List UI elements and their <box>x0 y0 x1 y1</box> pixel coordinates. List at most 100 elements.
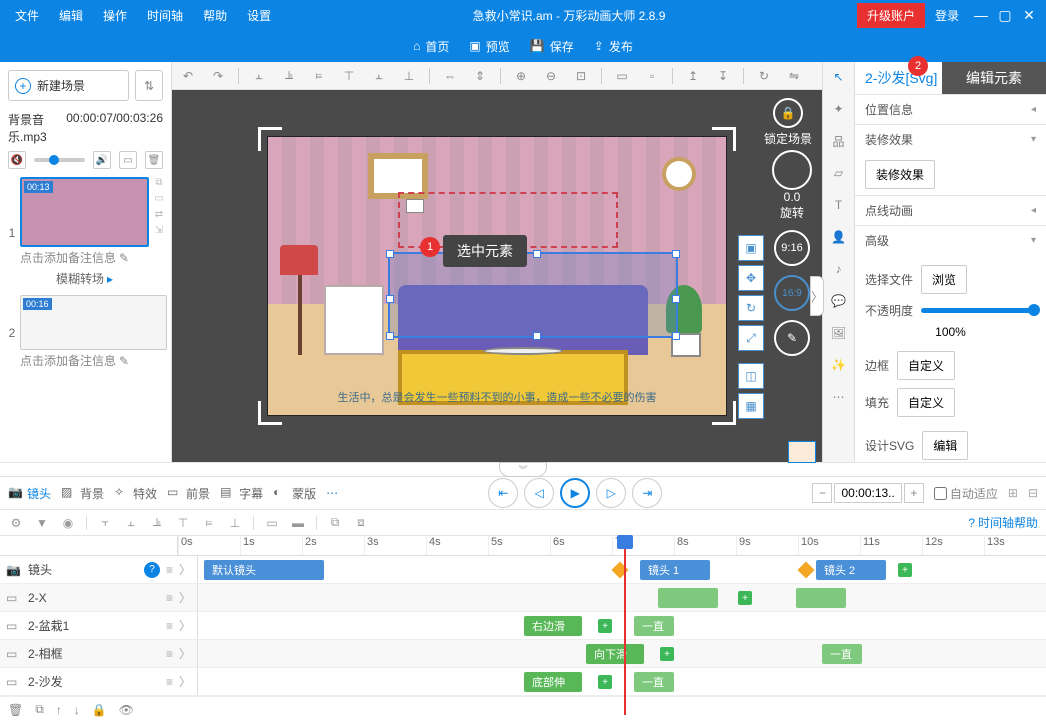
auto-fit-checkbox[interactable]: 自动适应 <box>934 485 998 502</box>
clip-default-camera[interactable]: 默认镜头 <box>204 560 324 580</box>
group-button[interactable]: ▭ <box>612 66 632 86</box>
seq-icon[interactable]: ▭ <box>264 515 280 531</box>
scene-item-2[interactable]: 2 00:16 点击添加备注信息✎ <box>4 295 167 371</box>
timeline-row-camera[interactable]: 📷镜头?≡〉 默认镜头 镜头 1 镜头 2 + <box>0 556 1046 584</box>
scale-tool[interactable]: ⤢ <box>738 325 764 351</box>
step-back-button[interactable]: ◁ <box>524 478 554 508</box>
align-right-button[interactable]: ⫢ <box>309 66 329 86</box>
unlink-icon[interactable]: ⧈ <box>353 515 369 531</box>
seq2-icon[interactable]: ▬ <box>290 515 306 531</box>
copy-icon[interactable]: ⧉ <box>151 177 167 191</box>
volume-slider[interactable] <box>34 158 85 162</box>
opacity-slider[interactable] <box>921 308 1036 313</box>
menu-icon[interactable]: ≡ <box>166 647 173 661</box>
clip-always[interactable]: 一直 <box>822 644 862 664</box>
trash-icon[interactable]: 🗑 <box>8 703 23 717</box>
zoom-in-button[interactable]: ⊕ <box>511 66 531 86</box>
fx-layer-button[interactable]: ✧特效 <box>114 485 157 502</box>
menu-icon[interactable]: ≡ <box>166 563 173 577</box>
select-tool[interactable]: ▣ <box>738 235 764 261</box>
align-l-icon[interactable]: ⫟ <box>97 515 113 531</box>
time-plus-button[interactable]: + <box>904 483 924 503</box>
minimize-button[interactable]: ― <box>969 7 993 23</box>
position-section[interactable]: 位置信息◂ <box>855 95 1046 124</box>
rotate-dial[interactable] <box>772 150 812 190</box>
front-button[interactable]: ↥ <box>683 66 703 86</box>
chevron-icon[interactable]: 〉 <box>179 561 191 578</box>
clip-right-slide[interactable]: 右边滑 <box>524 616 582 636</box>
mask-layer-button[interactable]: ◐蒙版 <box>273 485 316 502</box>
add-keyframe[interactable]: + <box>898 563 912 577</box>
menu-icon[interactable]: ≡ <box>166 675 173 689</box>
align-left-button[interactable]: ⫠ <box>249 66 269 86</box>
fill-custom-button[interactable]: 自定义 <box>897 388 955 417</box>
align-center-button[interactable]: ⫡ <box>279 66 299 86</box>
decoration-section[interactable]: 装修效果▾ <box>855 125 1046 154</box>
fx-tool[interactable]: ✦ <box>828 98 850 120</box>
clip[interactable] <box>658 588 718 608</box>
border-custom-button[interactable]: 自定义 <box>897 351 955 380</box>
rotate-button[interactable]: ↻ <box>754 66 774 86</box>
ratio-badge[interactable]: 16:9 <box>774 275 810 311</box>
scene-item-1[interactable]: 1 00:13 点击添加备注信息✎ 模糊转场▸ ⧉ ▭ ⇄ ⇲ <box>4 177 167 289</box>
add-keyframe[interactable]: + <box>598 619 612 633</box>
snap-icon[interactable]: ⊞ <box>1008 486 1018 500</box>
chevron-icon[interactable]: 〉 <box>179 589 191 606</box>
login-button[interactable]: 登录 <box>925 7 969 24</box>
menu-icon[interactable]: ≡ <box>166 591 173 605</box>
publish-button[interactable]: ⇪发布 <box>594 38 633 55</box>
filter-icon[interactable]: ▼ <box>34 515 50 531</box>
time-value[interactable]: 00:00:13.. <box>834 483 901 503</box>
scene-thumbnail[interactable]: 00:16 <box>20 295 167 350</box>
person-tool[interactable]: 👤 <box>828 226 850 248</box>
timeline-row-plant[interactable]: ▭2-盆栽1≡〉 右边滑 + 一直 <box>0 612 1046 640</box>
timeline-help[interactable]: ?时间轴帮助 <box>968 514 1038 531</box>
timeline-row-frame[interactable]: ▭2-相框≡〉 向下滑 + 一直 <box>0 640 1046 668</box>
grid-icon[interactable]: ⊟ <box>1028 486 1038 500</box>
time-minus-button[interactable]: − <box>812 483 832 503</box>
down-icon[interactable]: ↓ <box>74 703 80 717</box>
delete-audio-button[interactable]: 🗑 <box>145 151 163 169</box>
flip-button[interactable]: ⇋ <box>784 66 804 86</box>
sort-button[interactable]: ⇅ <box>135 70 163 101</box>
close-button[interactable]: ✕ <box>1017 7 1041 24</box>
ungroup-button[interactable]: ▫ <box>642 66 662 86</box>
add-keyframe[interactable]: + <box>738 591 752 605</box>
image-tool[interactable]: ▱ <box>828 162 850 184</box>
min-button[interactable]: ▭ <box>119 151 137 169</box>
dist-v-button[interactable]: ⇕ <box>470 66 490 86</box>
copy-icon[interactable]: ⧉ <box>35 702 44 717</box>
stage[interactable]: 1 选中元素 生活中，总是会发生一些预料不到的小事，造成一些不必要的伤害 <box>267 136 727 416</box>
rotate-panel[interactable]: 0.0 旋转 <box>772 150 812 221</box>
clip-down-slide[interactable]: 向下滑 <box>586 644 644 664</box>
align-bot-button[interactable]: ⊥ <box>399 66 419 86</box>
align-c-icon[interactable]: ⫠ <box>123 515 139 531</box>
clip-bottom-stretch[interactable]: 底部伸 <box>524 672 582 692</box>
redo-button[interactable]: ↷ <box>208 66 228 86</box>
lock-panel[interactable]: 🔒 锁定场景 <box>764 98 812 147</box>
menu-action[interactable]: 操作 <box>93 7 137 24</box>
clip-camera-1[interactable]: 镜头 1 <box>640 560 710 580</box>
next-frame-button[interactable]: ⇥ <box>632 478 662 508</box>
eye-icon[interactable]: 👁 <box>119 703 134 717</box>
align-b-icon[interactable]: ⊥ <box>227 515 243 531</box>
chat-tool[interactable]: 💬 <box>828 290 850 312</box>
lock-icon[interactable]: 🔒 <box>92 703 107 717</box>
clip-always[interactable]: 一直 <box>634 672 674 692</box>
collapse-button[interactable]: ︾ <box>499 462 546 477</box>
expand-arrow[interactable]: 〉 <box>810 276 824 316</box>
move-tool[interactable]: ✥ <box>738 265 764 291</box>
undo-button[interactable]: ↶ <box>178 66 198 86</box>
chevron-icon[interactable]: 〉 <box>179 617 191 634</box>
playhead[interactable] <box>624 536 626 715</box>
clip[interactable] <box>796 588 846 608</box>
fg-layer-button[interactable]: ▭前景 <box>167 485 210 502</box>
timeline-row-2x[interactable]: ▭2-X≡〉 + <box>0 584 1046 612</box>
scene-thumbnail[interactable]: 00:13 <box>20 177 149 247</box>
vol-up-button[interactable]: 🔊 <box>93 151 111 169</box>
animation-section[interactable]: 点线动画◂ <box>855 196 1046 225</box>
clip-always[interactable]: 一直 <box>634 616 674 636</box>
canvas-stage[interactable]: 1 选中元素 生活中，总是会发生一些预料不到的小事，造成一些不必要的伤害 ▣ ✥… <box>172 90 822 462</box>
zoom-out-button[interactable]: ⊖ <box>541 66 561 86</box>
clip-camera-2[interactable]: 镜头 2 <box>816 560 886 580</box>
